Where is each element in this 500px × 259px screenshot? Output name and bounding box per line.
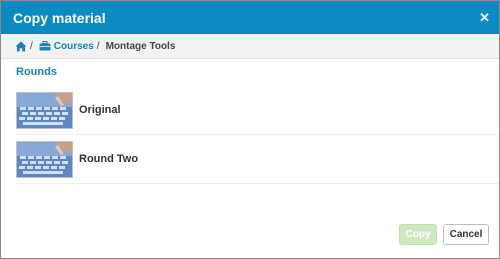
dialog-header: Copy material ✕ bbox=[1, 1, 499, 34]
breadcrumb-courses-label: Courses bbox=[53, 40, 94, 52]
keyboard-thumbnail bbox=[16, 91, 73, 129]
dialog-footer: Copy Cancel bbox=[399, 224, 489, 245]
breadcrumb-separator: / bbox=[30, 40, 33, 52]
round-label: Round Two bbox=[79, 153, 139, 165]
copy-button[interactable]: Copy bbox=[399, 224, 437, 245]
briefcase-icon bbox=[39, 41, 51, 51]
breadcrumb: / Courses / Montage Tools bbox=[1, 34, 499, 59]
keyboard-thumbnail bbox=[16, 140, 73, 178]
dialog-title: Copy material bbox=[13, 9, 106, 26]
rounds-list: Original Round Two bbox=[1, 86, 499, 184]
round-label: Original bbox=[79, 104, 121, 116]
round-item-original[interactable]: Original bbox=[16, 86, 499, 135]
breadcrumb-current: Montage Tools bbox=[105, 40, 176, 52]
rounds-heading: Rounds bbox=[16, 66, 57, 78]
home-icon[interactable] bbox=[15, 41, 27, 52]
breadcrumb-courses-link[interactable]: Courses bbox=[39, 41, 94, 52]
breadcrumb-separator: / bbox=[96, 40, 100, 52]
round-item-round-two[interactable]: Round Two bbox=[16, 135, 499, 184]
copy-material-dialog: Copy material ✕ / Courses / Montage Tool… bbox=[0, 0, 500, 259]
cancel-button[interactable]: Cancel bbox=[443, 224, 489, 245]
close-icon[interactable]: ✕ bbox=[479, 11, 490, 24]
